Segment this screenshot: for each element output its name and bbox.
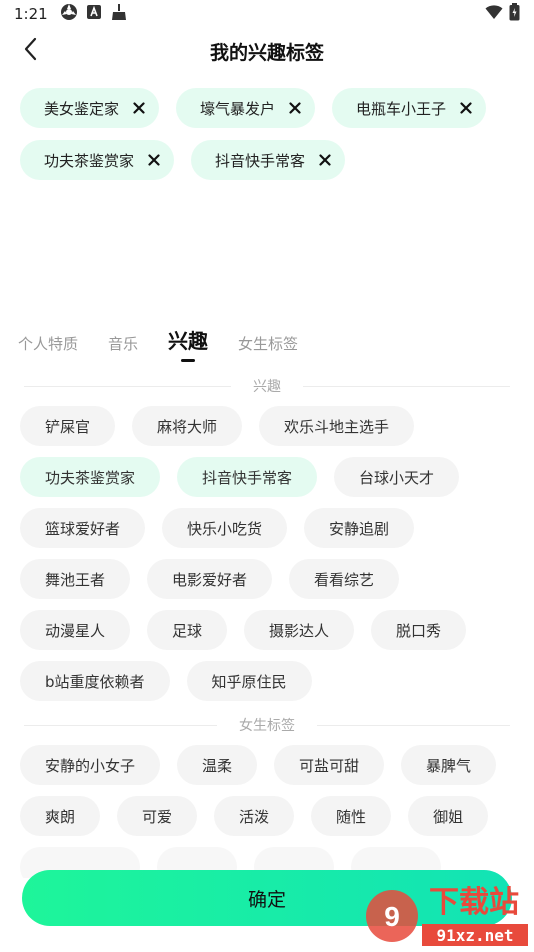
selected-tag-label: 抖音快手常客: [215, 151, 306, 170]
selected-tag: 美女鉴定家: [20, 88, 160, 128]
tag-chip-selected[interactable]: 功夫茶鉴赏家: [20, 457, 161, 497]
tag-chip-selected[interactable]: 抖音快手常客: [177, 457, 318, 497]
header: 我的兴趣标签: [0, 28, 534, 74]
status-bar: 1:21: [0, 0, 534, 28]
tag-chip[interactable]: 活泼: [214, 796, 295, 836]
selected-tag: 壕气暴发户: [176, 88, 316, 128]
selected-tag: 功夫茶鉴赏家: [20, 140, 175, 180]
tag-chip[interactable]: 舞池王者: [20, 559, 131, 599]
tag-chip[interactable]: 欢乐斗地主选手: [259, 406, 415, 446]
tag-chip[interactable]: 动漫星人: [20, 610, 131, 650]
selected-tag-label: 电瓶车小王子: [356, 99, 447, 118]
remove-tag-button[interactable]: [146, 152, 162, 168]
tag-chip[interactable]: 安静的小女子: [20, 745, 161, 785]
vpn-icon: [60, 3, 78, 25]
selected-tag-label: 美女鉴定家: [44, 99, 120, 118]
tag-chip[interactable]: 可盐可甜: [274, 745, 385, 785]
close-icon: [133, 102, 145, 114]
battery-icon: [509, 3, 520, 25]
page-title: 我的兴趣标签: [209, 42, 324, 64]
tag-chip[interactable]: 看看综艺: [289, 559, 400, 599]
section-title: 兴趣: [253, 379, 281, 395]
tag-chip[interactable]: 脱口秀: [371, 610, 467, 650]
section-title: 女生标签: [239, 718, 295, 734]
category-tabs: 个人特质 音乐 兴趣 女生标签: [18, 325, 298, 362]
close-icon: [460, 102, 472, 114]
tag-chip[interactable]: 铲屎官: [20, 406, 116, 446]
watermark-logo: 9 下载站 91xz.net: [366, 885, 528, 946]
section-divider-female-tags: 女生标签: [24, 711, 510, 739]
tag-chip[interactable]: 暴脾气: [401, 745, 497, 785]
female-tags: 安静的小女子 温柔 可盐可甜 暴脾气 爽朗 可爱 活泼 随性 御姐: [0, 745, 534, 878]
status-time: 1:21: [14, 5, 48, 23]
tag-chip[interactable]: 篮球爱好者: [20, 508, 146, 548]
watermark-title: 下载站: [429, 885, 519, 920]
close-icon: [289, 102, 301, 114]
tag-chip[interactable]: 足球: [147, 610, 228, 650]
remove-tag-button[interactable]: [287, 100, 303, 116]
tag-chip[interactable]: 台球小天才: [334, 457, 460, 497]
tag-chip[interactable]: 安静追剧: [304, 508, 415, 548]
tag-chip[interactable]: 御姐: [408, 796, 489, 836]
selected-tag-label: 功夫茶鉴赏家: [44, 151, 135, 170]
wifi-icon: [485, 4, 503, 24]
tab-personal-traits[interactable]: 个人特质: [18, 333, 78, 360]
tag-chip[interactable]: 可爱: [117, 796, 198, 836]
tag-chip[interactable]: b站重度依赖者: [20, 661, 170, 701]
tag-chip[interactable]: 知乎原住民: [186, 661, 312, 701]
selected-tag-label: 壕气暴发户: [200, 99, 276, 118]
tag-chip[interactable]: 麻将大师: [132, 406, 243, 446]
remove-tag-button[interactable]: [317, 152, 333, 168]
remove-tag-button[interactable]: [458, 100, 474, 116]
tab-female-tags[interactable]: 女生标签: [238, 333, 298, 360]
tag-list[interactable]: 兴趣 铲屎官 麻将大师 欢乐斗地主选手 功夫茶鉴赏家 抖音快手常客 台球小天才 …: [0, 368, 534, 878]
tab-interests[interactable]: 兴趣: [168, 325, 208, 362]
svg-text:9: 9: [384, 901, 400, 932]
section-divider-interests: 兴趣: [24, 372, 510, 400]
watermark-url: 91xz.net: [436, 926, 513, 945]
remove-tag-button[interactable]: [131, 100, 147, 116]
tag-chip[interactable]: 快乐小吃货: [162, 508, 288, 548]
tag-chip[interactable]: 爽朗: [20, 796, 101, 836]
selected-tag: 抖音快手常客: [191, 140, 346, 180]
tab-music[interactable]: 音乐: [108, 333, 138, 360]
selected-tag: 电瓶车小王子: [332, 88, 487, 128]
close-icon: [319, 154, 331, 166]
tag-chip[interactable]: 电影爱好者: [147, 559, 273, 599]
tag-chip[interactable]: 温柔: [177, 745, 258, 785]
status-icons-left: [60, 3, 128, 25]
tag-chip[interactable]: 随性: [311, 796, 392, 836]
tag-chip[interactable]: 摄影达人: [244, 610, 355, 650]
close-icon: [148, 154, 160, 166]
selected-tags: 美女鉴定家 壕气暴发户 电瓶车小王子 功夫茶鉴赏家 抖音快手常客: [20, 88, 514, 180]
status-icons-right: [485, 3, 520, 25]
app-a-icon: [86, 4, 102, 24]
interest-tags: 铲屎官 麻将大师 欢乐斗地主选手 功夫茶鉴赏家 抖音快手常客 台球小天才 篮球爱…: [0, 406, 534, 701]
broom-icon: [110, 3, 128, 25]
